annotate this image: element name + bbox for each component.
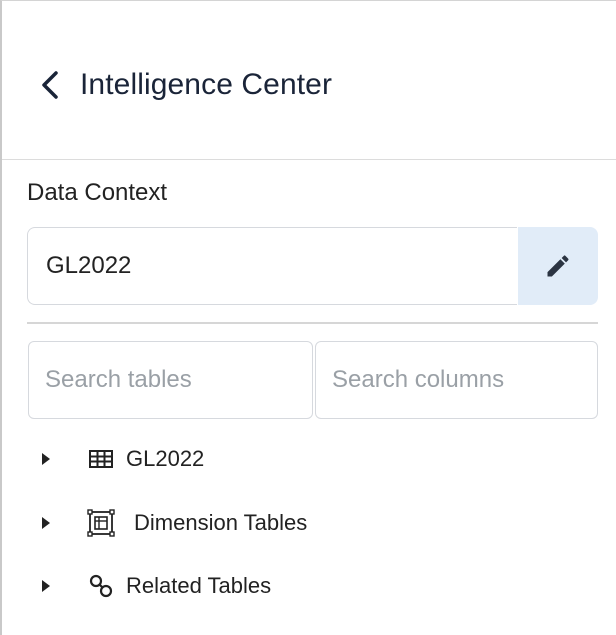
data-context-label: Data Context (27, 179, 168, 206)
back-button[interactable] (38, 65, 62, 105)
tree-item-related-tables[interactable]: Related Tables (2, 566, 602, 606)
edit-data-context-button[interactable] (518, 227, 598, 305)
chevron-left-icon (42, 71, 58, 99)
tree-item-gl2022[interactable]: GL2022 (2, 439, 602, 479)
panel-header: Intelligence Center (2, 1, 616, 160)
link-icon (89, 574, 113, 598)
table-icon (89, 450, 113, 468)
caret-right-icon[interactable] (42, 453, 50, 465)
search-tables-input[interactable] (28, 341, 313, 419)
tree-item-label: Dimension Tables (134, 510, 308, 535)
pencil-icon (547, 255, 569, 277)
divider (27, 322, 598, 324)
search-columns-input[interactable] (315, 341, 598, 419)
caret-right-icon[interactable] (42, 517, 50, 529)
intelligence-center-panel: Intelligence Center Data Context GL2022 … (0, 0, 616, 635)
data-context-field[interactable]: GL2022 (27, 227, 517, 305)
page-title: Intelligence Center (80, 68, 333, 101)
tree-item-dimension-tables[interactable]: Dimension Tables (2, 503, 602, 543)
dimension-tables-icon (87, 509, 115, 537)
caret-right-icon[interactable] (42, 580, 50, 592)
tree-item-label: GL2022 (126, 446, 205, 471)
tree-item-label: Related Tables (126, 573, 272, 598)
